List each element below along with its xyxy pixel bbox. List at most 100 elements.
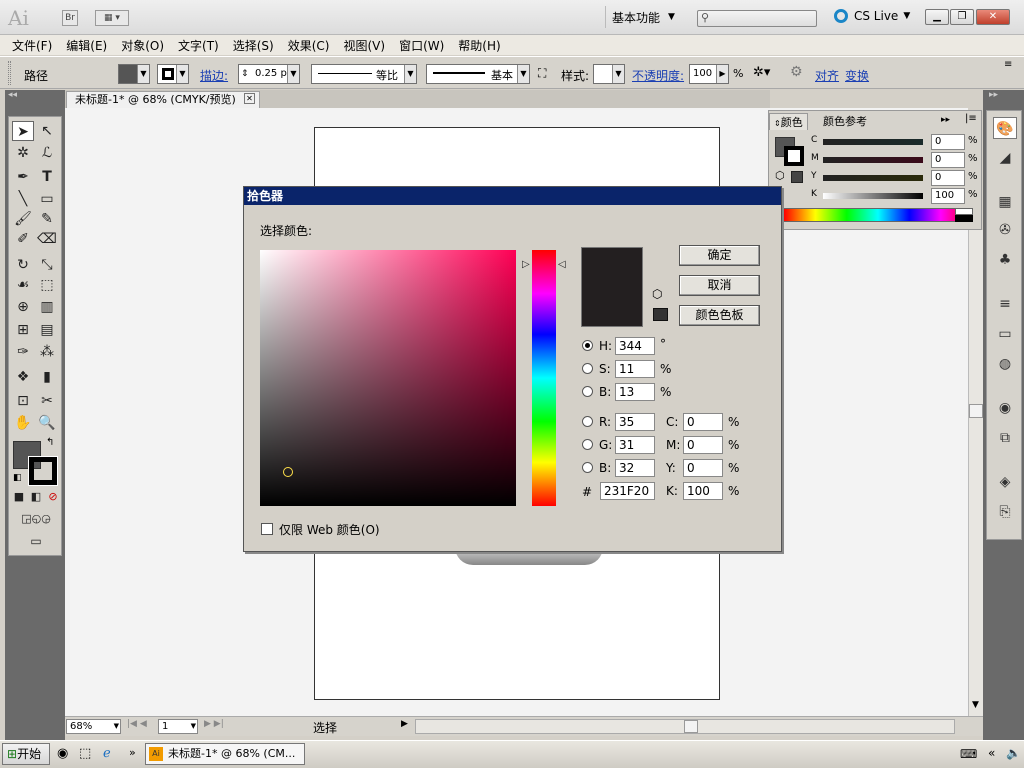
graphic-style-dropdown[interactable]: ▼ (593, 64, 625, 84)
cyan-value[interactable]: 0 (931, 134, 965, 150)
tab-color-guide[interactable]: 颜色参考 (819, 113, 871, 130)
hand-tool-icon[interactable]: ✋ (12, 413, 34, 433)
toggle-options-icon[interactable]: ⛶ (538, 66, 546, 81)
menu-type[interactable]: 文字(T) (178, 37, 219, 54)
opacity-field[interactable]: 100 ▶ (689, 64, 729, 84)
s-field[interactable]: 11 (615, 360, 655, 378)
gear-icon[interactable]: ⚙ (790, 64, 803, 80)
arrange-documents-button[interactable]: ▦ ▾ (95, 10, 129, 26)
magic-wand-tool-icon[interactable]: ✲ (12, 143, 34, 163)
opacity-link[interactable]: 不透明度: (632, 67, 684, 84)
pencil-tool-icon[interactable]: ✎ (36, 209, 58, 229)
draw-mode-icons[interactable]: ◲◵◶ (11, 511, 61, 527)
vertical-scroll-thumb[interactable] (969, 404, 983, 418)
panel-menu-icon[interactable]: ≡ (1004, 59, 1012, 70)
hue-slider[interactable] (532, 250, 556, 506)
media-player-icon[interactable]: ◉ (57, 746, 68, 761)
tray-expand-icon[interactable]: « (988, 746, 995, 760)
yellow-slider[interactable] (823, 175, 923, 181)
column-graph-tool-icon[interactable]: ▮ (36, 367, 58, 387)
magenta-value[interactable]: 0 (931, 152, 965, 168)
color-mode-icon[interactable]: ■ (11, 489, 27, 505)
transparency-icon[interactable]: ◍ (993, 353, 1017, 375)
slice-tool-icon[interactable]: ✂ (36, 391, 58, 411)
default-colors-icon[interactable]: ◧ (13, 473, 22, 483)
minimize-button[interactable]: ▁ (925, 9, 949, 25)
symbol-sprayer-tool-icon[interactable]: ❖ (12, 367, 34, 387)
saturation-brightness-field[interactable] (260, 250, 516, 506)
s-radio[interactable] (582, 363, 593, 374)
tab-color[interactable]: ⇕颜色 (769, 113, 808, 130)
artboard-tool-icon[interactable]: ⊡ (12, 391, 34, 411)
fill-color-dropdown[interactable]: ▼ (118, 64, 150, 84)
browser-icon[interactable]: ℯ (103, 746, 111, 761)
start-button[interactable]: ⊞开始 (2, 743, 50, 765)
rectangle-tool-icon[interactable]: ▭ (36, 189, 58, 209)
h-radio[interactable] (582, 340, 593, 351)
more-icon[interactable]: » (129, 746, 136, 759)
eyedropper-tool-icon[interactable]: ✑ (12, 342, 34, 362)
zoom-tool-icon[interactable]: 🔍 (36, 413, 58, 433)
scroll-down-icon[interactable]: ▼ (972, 700, 979, 710)
last-artboard-icon[interactable]: ▶ ▶| (204, 719, 224, 729)
out-of-gamut-icon[interactable]: ⬡ (652, 287, 662, 301)
volume-icon[interactable]: 🔈 (1006, 746, 1021, 760)
appearance-icon[interactable]: ◉ (993, 397, 1017, 419)
k-field[interactable]: 100 (683, 482, 723, 500)
gradient-icon[interactable]: ▭ (993, 323, 1017, 345)
color-spectrum-bar[interactable] (783, 208, 973, 222)
horizontal-scrollbar[interactable] (415, 719, 955, 734)
none-mode-icon[interactable]: ⊘ (45, 489, 61, 505)
expand-dock-icon[interactable]: ▸▸ (989, 90, 998, 100)
symbols-icon[interactable]: ♣ (993, 249, 1017, 271)
menu-window[interactable]: 窗口(W) (399, 37, 444, 54)
status-menu-icon[interactable]: ▶ (401, 719, 408, 729)
stroke-link[interactable]: 描边: (200, 67, 228, 84)
blob-brush-tool-icon[interactable]: ✐ (12, 229, 34, 249)
c-field[interactable]: 0 (683, 413, 723, 431)
shape-builder-tool-icon[interactable]: ⊕ (12, 297, 34, 317)
b-field[interactable]: 13 (615, 383, 655, 401)
paintbrush-tool-icon[interactable]: 🖌 (12, 209, 34, 229)
warp-tool-icon[interactable]: ☙ (12, 275, 34, 295)
lasso-tool-icon[interactable]: ℒ (36, 143, 58, 163)
layers-icon[interactable]: ◈ (993, 471, 1017, 493)
taskbar-document-button[interactable]: Ai 未标题-1* @ 68% (CM... (145, 743, 305, 765)
swap-colors-icon[interactable]: ↰ (46, 437, 54, 448)
eraser-tool-icon[interactable]: ⌫ (36, 229, 58, 249)
zoom-field[interactable]: 68% ▼ (66, 719, 121, 734)
gamut-swatch[interactable] (791, 171, 803, 183)
panel-menu-icon[interactable]: |≡ (965, 113, 977, 124)
black-swatch[interactable] (955, 215, 973, 222)
horizontal-scroll-thumb[interactable] (684, 720, 698, 733)
out-of-gamut-icon[interactable]: ⬡ (775, 169, 785, 182)
document-tab[interactable]: 未标题-1* @ 68% (CMYK/预览) ✕ (66, 91, 260, 108)
mesh-tool-icon[interactable]: ⊞ (12, 320, 34, 340)
black-slider[interactable] (823, 193, 923, 199)
menu-effect[interactable]: 效果(C) (288, 37, 330, 54)
transform-link[interactable]: 变换 (845, 67, 869, 84)
blue-radio[interactable] (582, 462, 593, 473)
menu-edit[interactable]: 编辑(E) (66, 37, 107, 54)
bridge-button[interactable]: Br (62, 10, 78, 26)
first-artboard-icon[interactable]: |◀ ◀ (127, 719, 147, 729)
artboards-icon[interactable]: ⎘ (993, 501, 1017, 523)
ok-button[interactable]: 确定 (679, 245, 760, 266)
pen-tool-icon[interactable]: ✒ (12, 167, 34, 187)
swatches-icon[interactable]: ▦ (993, 191, 1017, 213)
color-swatches-button[interactable]: 颜色色板 (679, 305, 760, 326)
menu-object[interactable]: 对象(O) (121, 37, 164, 54)
web-only-checkbox[interactable] (261, 523, 273, 535)
scale-tool-icon[interactable]: ⤡ (36, 255, 58, 275)
screen-mode-icon[interactable]: ▭ (23, 532, 49, 550)
variable-width-profile-dropdown[interactable]: 等比 ▼ (311, 64, 417, 84)
gradient-tool-icon[interactable]: ▤ (36, 320, 58, 340)
close-tab-icon[interactable]: ✕ (244, 93, 255, 104)
grip-handle[interactable] (8, 61, 11, 85)
close-button[interactable]: ✕ (976, 9, 1010, 25)
cs-live-button[interactable]: CS Live ▼ (834, 9, 910, 23)
hue-slider-right-arrow[interactable]: ◁ (558, 259, 566, 270)
stroke-swatch[interactable] (28, 456, 58, 486)
cancel-button[interactable]: 取消 (679, 275, 760, 296)
direct-selection-tool-icon[interactable]: ↖ (36, 121, 58, 141)
